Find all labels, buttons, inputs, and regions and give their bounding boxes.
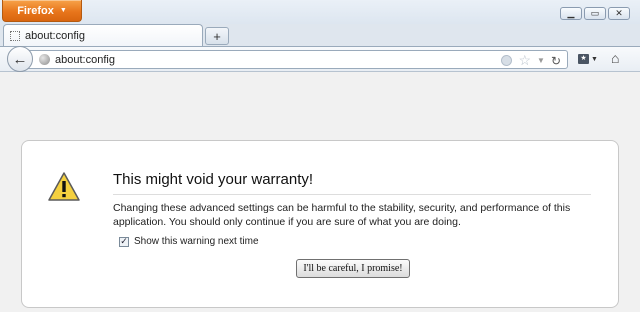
navigation-bar: ← about:config ☆ ▼ ↻ ★ ▼ ⌂ xyxy=(0,46,640,72)
tab-strip: about:config + xyxy=(0,24,640,46)
site-identity-icon[interactable] xyxy=(501,55,513,66)
back-button[interactable]: ← xyxy=(7,46,33,72)
close-icon: ✕ xyxy=(615,8,623,18)
history-dropdown-icon[interactable]: ▼ xyxy=(537,56,545,65)
show-warning-checkbox-row[interactable]: ✓ Show this warning next time xyxy=(119,236,259,247)
firefox-menu-button[interactable]: Firefox ▼ xyxy=(2,0,82,22)
bookmarks-button[interactable]: ★ ▼ xyxy=(576,51,600,67)
restore-icon: ▭ xyxy=(590,8,600,18)
page-content: This might void your warranty! Changing … xyxy=(0,72,640,312)
url-text[interactable]: about:config xyxy=(55,54,115,66)
warning-panel: This might void your warranty! Changing … xyxy=(21,140,619,308)
plus-icon: + xyxy=(213,28,221,44)
close-window-button[interactable]: ✕ xyxy=(608,7,630,20)
bookmarks-icon: ★ xyxy=(578,54,590,64)
blank-page-icon xyxy=(10,30,20,41)
ill-be-careful-button[interactable]: I'll be careful, I promise! xyxy=(296,259,410,278)
back-arrow-icon: ← xyxy=(12,50,28,68)
tab-about-config[interactable]: about:config xyxy=(3,24,203,46)
restore-button[interactable]: ▭ xyxy=(584,7,606,20)
caret-down-icon: ▼ xyxy=(591,55,598,63)
caret-down-icon: ▼ xyxy=(59,7,67,14)
new-tab-button[interactable]: + xyxy=(205,27,229,45)
url-bar[interactable]: about:config ☆ ▼ ↻ xyxy=(28,50,568,69)
home-icon[interactable]: ⌂ xyxy=(611,50,619,66)
warning-title: This might void your warranty! xyxy=(113,171,591,195)
warning-description: Changing these advanced settings can be … xyxy=(113,202,571,228)
title-bar: Firefox ▼ ▁ ▭ ✕ xyxy=(0,0,640,24)
firefox-button-label: Firefox xyxy=(17,4,54,17)
star-icon[interactable]: ☆ xyxy=(518,52,531,69)
tab-label: about:config xyxy=(25,29,85,42)
show-warning-label[interactable]: Show this warning next time xyxy=(134,236,259,247)
minimize-button[interactable]: ▁ xyxy=(560,7,582,20)
warning-icon xyxy=(48,172,80,201)
globe-icon xyxy=(39,54,50,65)
show-warning-checkbox[interactable]: ✓ xyxy=(119,236,129,247)
minimize-icon: ▁ xyxy=(567,8,575,18)
reload-icon[interactable]: ↻ xyxy=(551,54,561,68)
url-bar-icons: ☆ ▼ ↻ xyxy=(501,52,561,69)
